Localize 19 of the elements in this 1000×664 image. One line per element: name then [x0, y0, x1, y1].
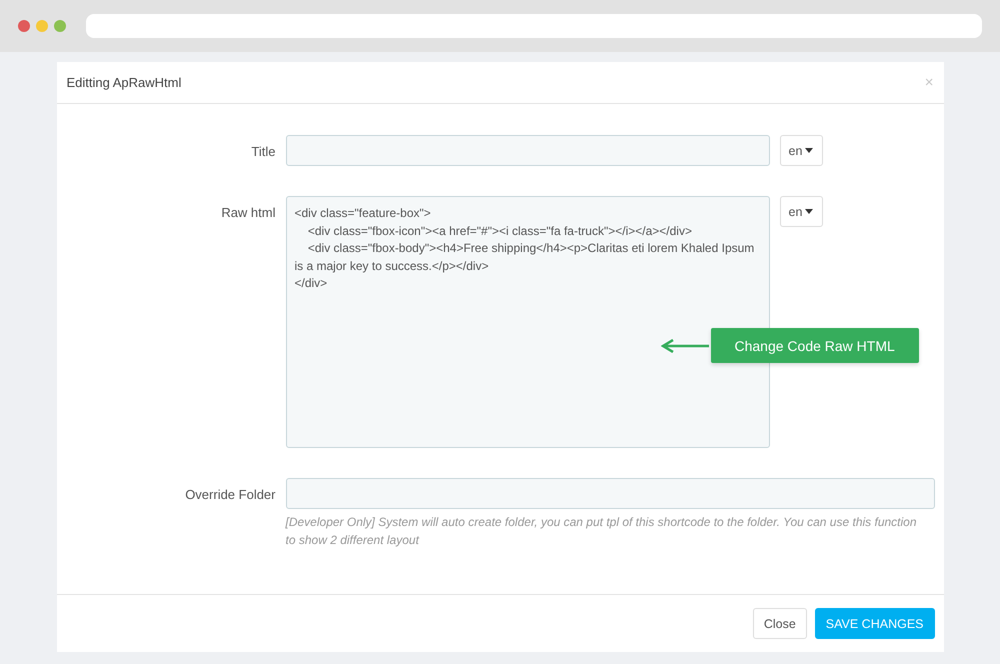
title-input[interactable] [286, 135, 770, 166]
minimize-dot-icon [36, 20, 48, 32]
field-label: Title [250, 143, 276, 159]
arrow-icon [660, 338, 710, 352]
folder-input[interactable] [286, 478, 934, 509]
field-label: Raw html [220, 204, 276, 220]
caret-icon [805, 148, 814, 153]
caret-icon [805, 209, 814, 214]
field-label: Override Folder [184, 486, 276, 502]
address-bar[interactable] [86, 14, 982, 38]
help-text: [Developer Only] System will auto create folder, you can put tpl of this shortcode to the folder. You can use this function to show 2 different layout [286, 514, 918, 548]
close-button[interactable]: Close [752, 608, 807, 639]
maximize-dot-icon [54, 20, 66, 32]
language-dropdown[interactable]: en [780, 196, 822, 227]
close-dot-icon [18, 20, 30, 32]
modal-title: Editting ApRawHtml [66, 75, 182, 90]
code-text: <div class="feature-box"> <div class="fbox-icon"><a href="#"><i class="fa fa-truck"></i></a></div> <div class="fbox-body"><h4>Free shipping</h4><p>Claritas eti lorem Khaled Ipsum is a major key to success.</p></div> </div> [294, 205, 756, 292]
language-dropdown[interactable]: en [780, 135, 822, 166]
callout-label: Change Code Raw HTML [710, 328, 919, 363]
